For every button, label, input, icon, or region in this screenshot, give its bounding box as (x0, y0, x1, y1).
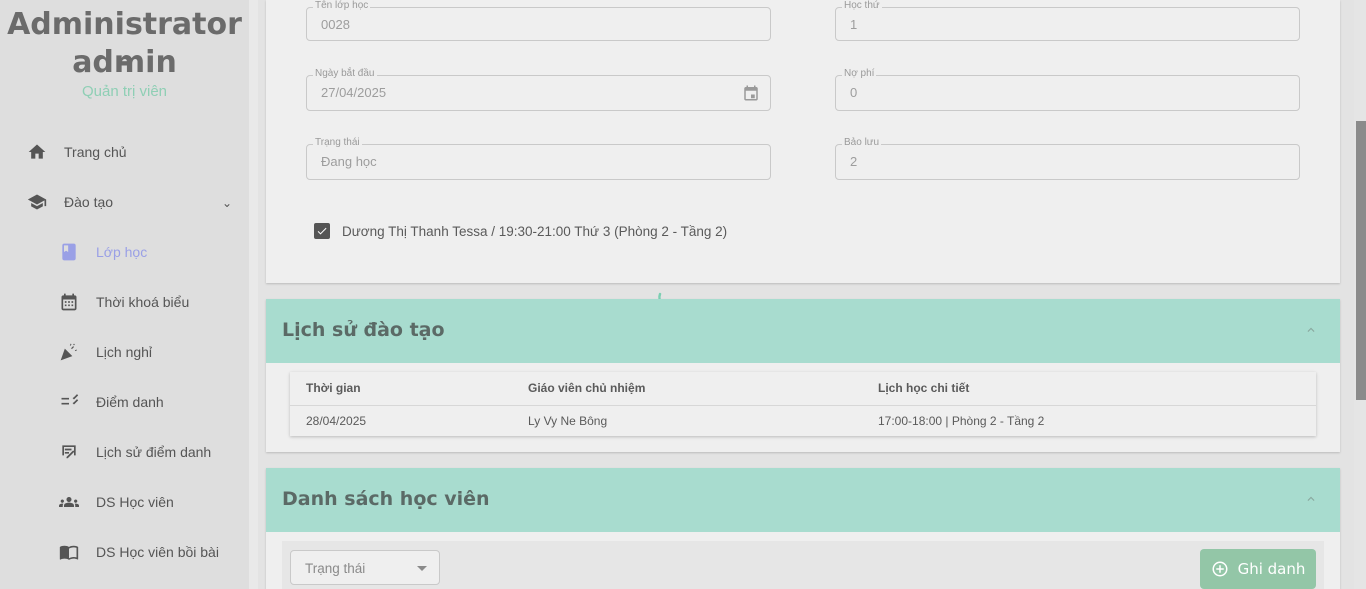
field-label: Nợ phí (842, 68, 877, 80)
enroll-button-label: Ghi danh (1237, 560, 1306, 578)
training-history-table: Thời gian Giáo viên chủ nhiệm Lịch học c… (290, 372, 1316, 436)
column-header: Giáo viên chủ nhiệm (528, 381, 646, 395)
book-icon (59, 242, 79, 262)
field-value: Đang học (321, 154, 377, 169)
check-icon (317, 227, 327, 235)
field-label: Tên lớp học (313, 0, 371, 12)
schedule-checkbox-label: Dương Thị Thanh Tessa / 19:30-21:00 Thứ … (342, 223, 728, 239)
sidebar-item-attendance[interactable]: Điểm danh (59, 382, 164, 422)
sidebar-item-label: Trang chủ (64, 144, 127, 160)
user-role: Quản trị viên (81, 83, 168, 100)
calendar-icon (59, 292, 79, 312)
table-cell: 17:00-18:00 | Phòng 2 - Tầng 2 (878, 414, 1045, 428)
sidebar-item-label: Lịch nghỉ (96, 344, 153, 360)
class-info-card: Tên lớp học 0028 Học thứ 1 Ngày bắt đầu … (266, 0, 1340, 283)
scrollbar-thumb[interactable] (1356, 121, 1366, 400)
schedule-checkbox[interactable] (314, 223, 330, 239)
graduation-cap-icon (27, 192, 47, 212)
table-cell: 28/04/2025 (306, 414, 367, 428)
enroll-button[interactable]: Ghi danh (1200, 549, 1316, 589)
field-label: Ngày bắt đầu (313, 68, 377, 80)
chevron-up-icon[interactable] (1304, 492, 1318, 506)
field-value: 1 (850, 17, 858, 32)
lesson-number-field[interactable]: Học thứ 1 (835, 0, 1300, 41)
sidebar-item-label: Thời khoá biểu (96, 294, 190, 310)
sidebar-item-home[interactable]: Trang chủ (27, 132, 127, 172)
sidebar-item-label: DS Học viên (96, 494, 174, 510)
sidebar-item-timetable[interactable]: Thời khoá biểu (59, 282, 189, 322)
sidebar-item-label: Đào tạo (64, 194, 114, 210)
sidebar-item-attendance-history[interactable]: Lịch sử điểm danh (59, 432, 211, 472)
status-field[interactable]: Trạng thái Đang học (306, 137, 771, 180)
sidebar-item-holidays[interactable]: Lịch nghỉ (59, 332, 152, 372)
sidebar-item-makeup-students[interactable]: DS Học viên bồi bài (59, 532, 219, 572)
student-list-header[interactable]: Danh sách học viên (266, 468, 1340, 532)
sidebar-item-classes[interactable]: Lớp học (59, 232, 147, 272)
dropdown-arrow-icon (417, 566, 427, 571)
history-board-icon (59, 442, 79, 462)
field-value: 27/04/2025 (321, 85, 387, 100)
training-history-header[interactable]: Lịch sử đào tạo (266, 299, 1340, 363)
main-content: Tên lớp học 0028 Học thứ 1 Ngày bắt đầu … (258, 0, 1354, 589)
sidebar-divider (249, 0, 258, 589)
sidebar-item-label: DS Học viên bồi bài (96, 544, 219, 560)
add-circle-icon (1212, 561, 1228, 577)
section-title: Danh sách học viên (282, 488, 490, 510)
party-popper-icon (59, 342, 79, 362)
user-name-second-line: admin (72, 45, 177, 80)
field-label: Bảo lưu (842, 137, 882, 149)
calendar-icon[interactable] (742, 84, 760, 102)
student-filter-bar: Trạng thái (282, 541, 1324, 589)
chevron-up-icon[interactable] (1304, 323, 1318, 337)
start-date-field[interactable]: Ngày bắt đầu 27/04/2025 (306, 68, 771, 111)
field-label: Trạng thái (313, 137, 362, 149)
debt-field[interactable]: Nợ phí 0 (835, 68, 1300, 111)
sidebar: Administrator - admin Quản trị viên Tran… (0, 0, 249, 589)
group-icon (59, 492, 79, 512)
status-filter-select[interactable]: Trạng thái (290, 550, 440, 585)
row-divider (290, 405, 1316, 406)
chevron-down-icon[interactable]: ⌄ (222, 196, 232, 210)
open-book-icon (59, 542, 79, 562)
checklist-icon (59, 392, 79, 412)
sidebar-item-training[interactable]: Đào tạo (27, 182, 113, 222)
field-value: 2 (850, 154, 858, 169)
section-title: Lịch sử đào tạo (282, 319, 445, 341)
select-value: Trạng thái (305, 561, 366, 576)
column-header: Lịch học chi tiết (878, 381, 970, 395)
field-value: 0 (850, 85, 858, 100)
table-cell: Ly Vy Ne Bông (528, 414, 608, 428)
sidebar-item-students[interactable]: DS Học viên (59, 482, 174, 522)
sidebar-item-label: Điểm danh (96, 394, 164, 410)
page-scrollbar[interactable] (1354, 0, 1366, 589)
field-value: 0028 (321, 17, 350, 32)
class-name-field[interactable]: Tên lớp học 0028 (306, 0, 771, 41)
home-icon (27, 142, 47, 162)
schedule-checkbox-row[interactable]: Dương Thị Thanh Tessa / 19:30-21:00 Thứ … (314, 223, 727, 239)
column-header: Thời gian (306, 381, 361, 395)
field-label: Học thứ (842, 0, 882, 12)
sidebar-item-label: Lịch sử điểm danh (96, 444, 212, 460)
reserved-field[interactable]: Bảo lưu 2 (835, 137, 1300, 180)
sidebar-item-label: Lớp học (96, 244, 148, 260)
